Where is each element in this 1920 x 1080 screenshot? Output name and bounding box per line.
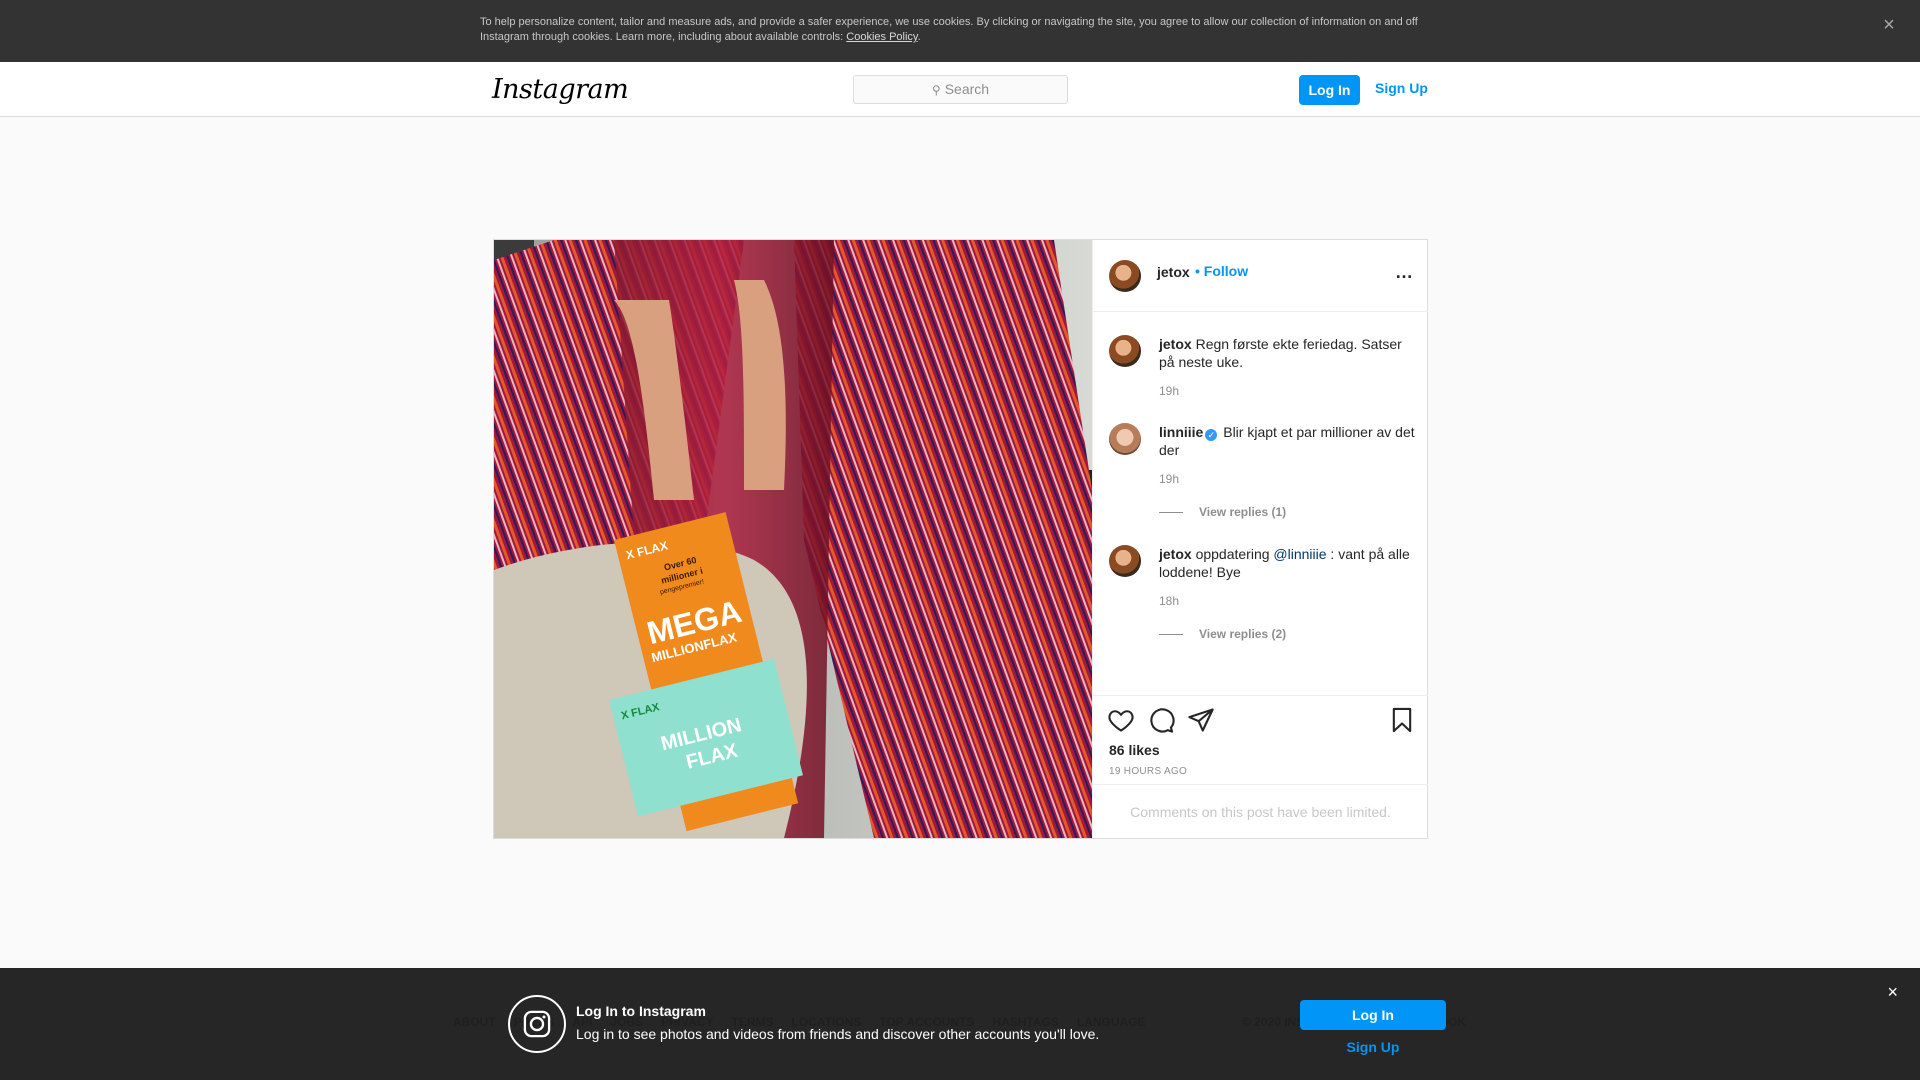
view-replies-button[interactable]: View replies (2) bbox=[1159, 627, 1286, 641]
comment-time[interactable]: 18h bbox=[1159, 594, 1179, 608]
close-icon[interactable]: × bbox=[1880, 15, 1898, 35]
cookie-text: To help personalize content, tailor and … bbox=[480, 16, 1418, 43]
post-photo: X FLAX Over 60 millioner i pengepremier!… bbox=[494, 240, 1092, 838]
author-username[interactable]: jetox bbox=[1157, 264, 1190, 280]
login-prompt-subtitle: Log in to see photos and videos from fri… bbox=[576, 1026, 1100, 1042]
view-replies-label: View replies (2) bbox=[1199, 627, 1287, 641]
share-icon[interactable] bbox=[1187, 706, 1215, 734]
instagram-logo[interactable]: Instagram bbox=[492, 74, 629, 105]
signup-link[interactable]: Sign Up bbox=[1375, 77, 1428, 99]
post-card: X FLAX Over 60 millioner i pengepremier!… bbox=[493, 239, 1428, 839]
cookies-policy-link[interactable]: Cookies Policy bbox=[846, 31, 917, 43]
avatar[interactable] bbox=[1109, 335, 1141, 367]
login-button[interactable]: Log In bbox=[1299, 75, 1360, 105]
comment-text: jetox Regn første ekte feriedag. Satser … bbox=[1159, 335, 1419, 371]
post-header: jetox • Follow … bbox=[1093, 240, 1428, 312]
replies-divider bbox=[1159, 512, 1183, 514]
search-input[interactable]: ⚲ Search bbox=[853, 75, 1068, 104]
cookie-message: To help personalize content, tailor and … bbox=[480, 16, 1418, 43]
more-options-icon[interactable]: … bbox=[1395, 262, 1414, 283]
heart-icon[interactable] bbox=[1107, 706, 1135, 734]
comment-time[interactable]: 19h bbox=[1159, 384, 1179, 398]
follow-button[interactable]: • Follow bbox=[1195, 263, 1248, 279]
instagram-camera-icon bbox=[508, 995, 566, 1053]
prompt-signup-link[interactable]: Sign Up bbox=[1300, 1039, 1446, 1055]
cookie-banner: To help personalize content, tailor and … bbox=[0, 0, 1920, 62]
close-icon[interactable]: × bbox=[1887, 983, 1898, 1001]
comment-icon[interactable] bbox=[1147, 706, 1175, 734]
login-prompt-title: Log In to Instagram bbox=[576, 1003, 706, 1019]
comment-body: Regn første ekte feriedag. Satser på nes… bbox=[1159, 336, 1402, 370]
comment-username[interactable]: jetox bbox=[1159, 546, 1192, 562]
comments-list: jetox Regn første ekte feriedag. Satser … bbox=[1093, 313, 1428, 683]
post-timestamp[interactable]: 19 HOURS AGO bbox=[1109, 766, 1187, 777]
bookmark-icon[interactable] bbox=[1388, 706, 1416, 734]
verified-badge-icon: ✓ bbox=[1205, 429, 1218, 441]
replies-divider bbox=[1159, 634, 1183, 636]
footer-link-about[interactable]: ABOUT bbox=[453, 1015, 496, 1029]
post-sidebar: jetox • Follow … jetox Regn første ekte … bbox=[1092, 240, 1428, 838]
comment-text: linniiie ✓ Blir kjapt et par millioner av… bbox=[1159, 423, 1419, 459]
view-replies-button[interactable]: View replies (1) bbox=[1159, 505, 1286, 519]
search-placeholder: Search bbox=[944, 81, 990, 97]
comment-username[interactable]: linniiie bbox=[1159, 424, 1203, 440]
comment-text: jetox oppdatering @linniiie : vant på al… bbox=[1159, 545, 1419, 581]
likes-count[interactable]: 86 likes bbox=[1109, 742, 1160, 758]
avatar[interactable] bbox=[1109, 545, 1141, 577]
post-photo-image: X FLAX Over 60 millioner i pengepremier!… bbox=[494, 240, 1092, 838]
comment-time[interactable]: 19h bbox=[1159, 472, 1179, 486]
footer: ABOUT PRESS API JOBS PRIVACY TERMS LOCATIONS TO… bbox=[0, 968, 1920, 1080]
post-actions: 86 likes 19 HOURS AGO Comments on this p… bbox=[1093, 695, 1428, 838]
comment-body-start: oppdatering bbox=[1195, 546, 1274, 562]
view-replies-label: View replies (1) bbox=[1199, 505, 1287, 519]
avatar[interactable] bbox=[1109, 423, 1141, 455]
mention-link[interactable]: @linniiie bbox=[1273, 546, 1326, 562]
search-icon: ⚲ bbox=[931, 83, 941, 97]
comments-limited-notice: Comments on this post have been limited. bbox=[1093, 784, 1428, 839]
top-nav: Instagram ⚲ Search Log In Sign Up bbox=[0, 62, 1920, 117]
comment-username[interactable]: jetox bbox=[1159, 336, 1192, 352]
avatar[interactable] bbox=[1109, 260, 1141, 292]
prompt-login-button[interactable]: Log In bbox=[1300, 1000, 1446, 1030]
